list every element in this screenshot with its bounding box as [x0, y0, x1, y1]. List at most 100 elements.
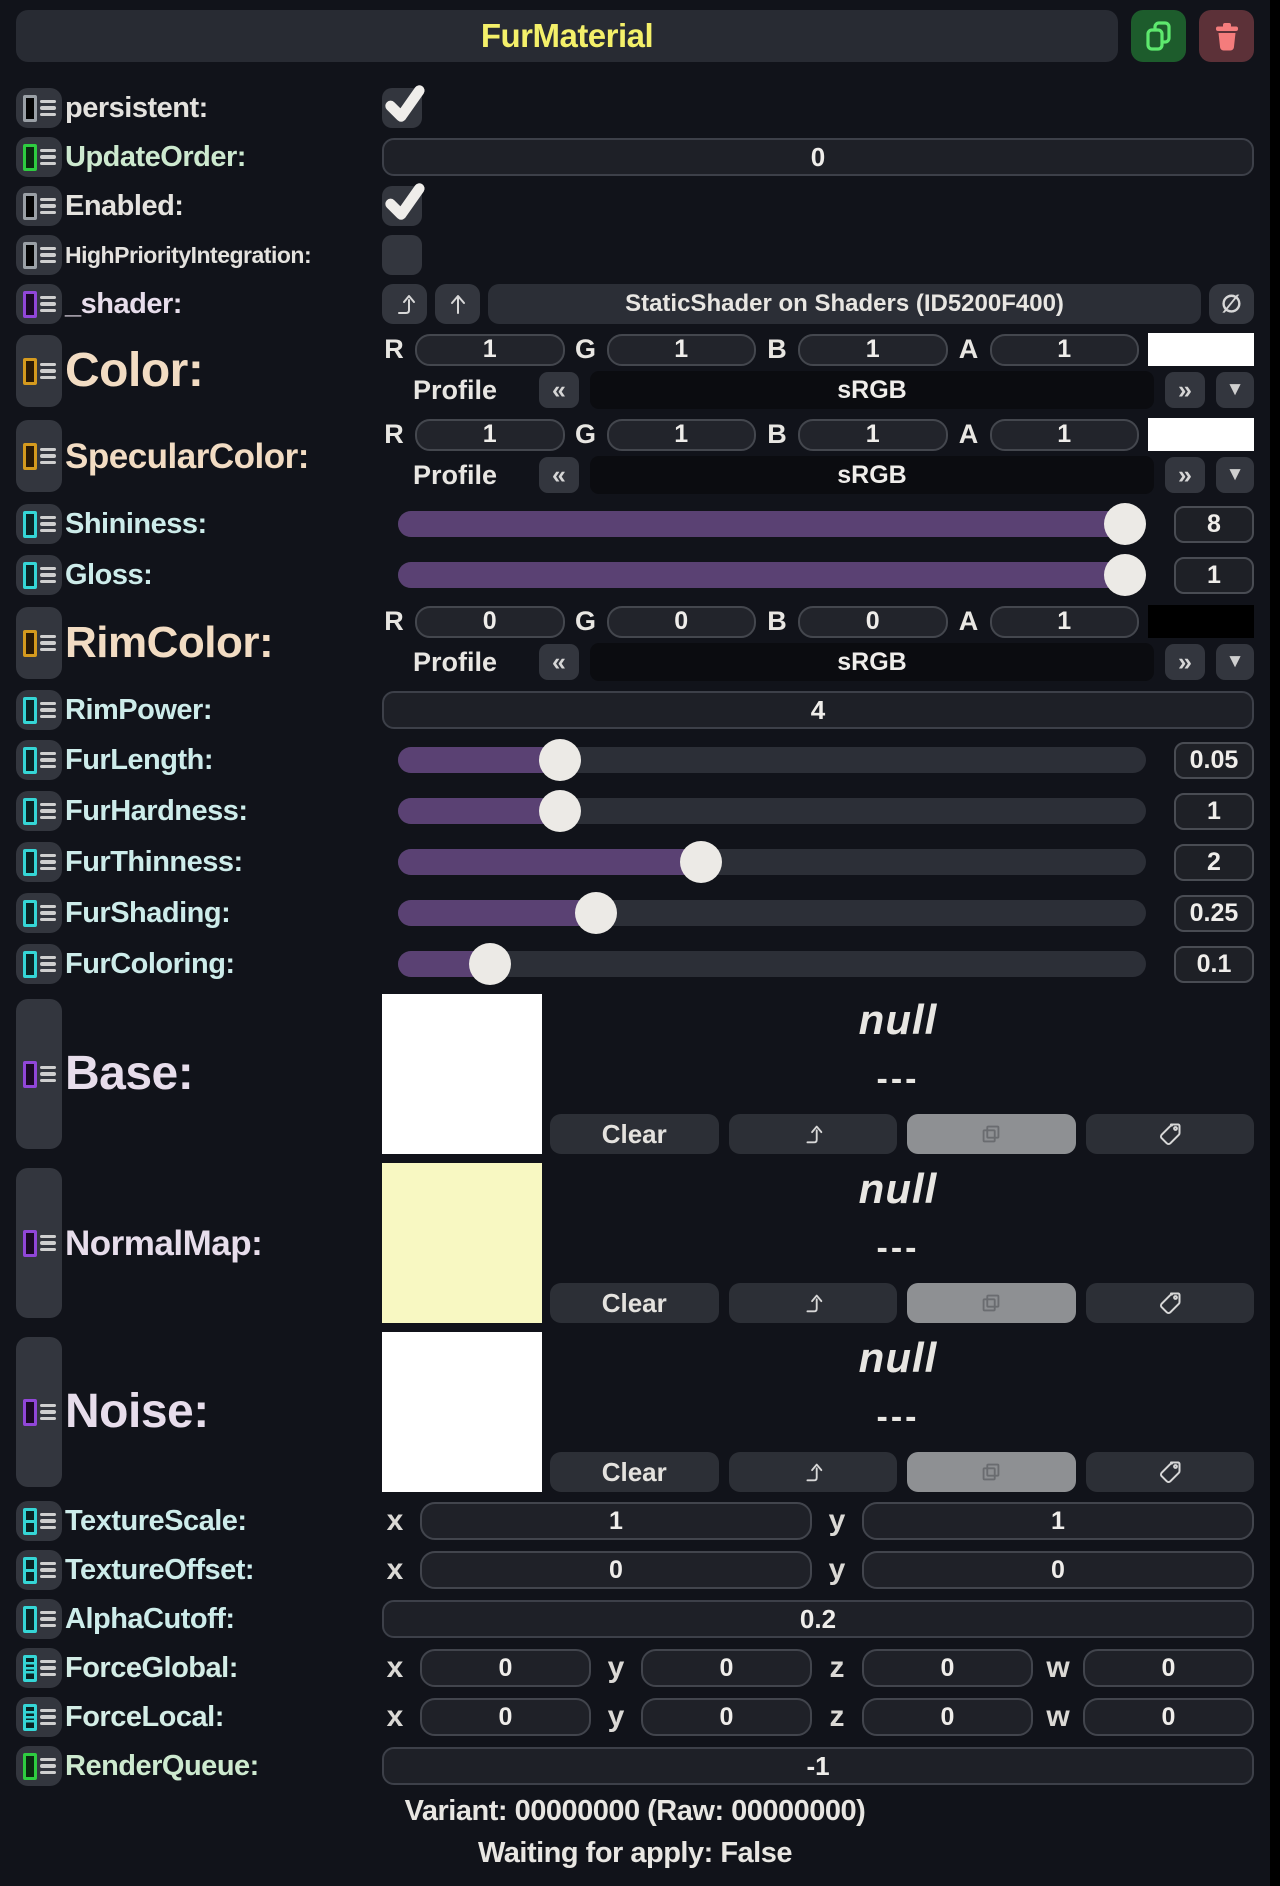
rim-power-input[interactable]: 4 [382, 691, 1254, 729]
slider-knob[interactable] [575, 892, 617, 934]
color-a-input[interactable]: 1 [990, 334, 1140, 366]
profile-dropdown-button[interactable]: ▼ [1216, 457, 1254, 493]
rim-profile-value[interactable]: sRGB [590, 643, 1154, 681]
force-global-w-input[interactable]: 0 [1083, 1649, 1254, 1687]
rim-b-input[interactable]: 0 [798, 606, 948, 638]
fur-hardness-value[interactable]: 1 [1174, 793, 1254, 830]
color-r-input[interactable]: 1 [415, 334, 565, 366]
slider-knob[interactable] [539, 790, 581, 832]
noise-tag-button[interactable] [1086, 1452, 1255, 1492]
row-handle[interactable] [16, 555, 62, 595]
row-handle[interactable] [16, 607, 62, 679]
shader-reference-field[interactable]: StaticShader on Shaders (ID5200F400) [488, 284, 1201, 324]
color-g-input[interactable]: 1 [607, 334, 757, 366]
rim-color-swatch[interactable] [1148, 605, 1254, 638]
row-handle[interactable] [16, 1697, 62, 1737]
force-local-w-input[interactable]: 0 [1083, 1698, 1254, 1736]
update-order-input[interactable]: 0 [382, 138, 1254, 176]
fur-length-slider[interactable] [398, 739, 1146, 781]
row-handle[interactable] [16, 420, 62, 492]
noise-clear-button[interactable]: Clear [550, 1452, 719, 1492]
profile-next-button[interactable]: » [1165, 372, 1205, 408]
base-copy-button[interactable] [907, 1114, 1076, 1154]
fur-thinness-value[interactable]: 2 [1174, 844, 1254, 881]
high-priority-integration-checkbox[interactable] [382, 235, 422, 275]
row-handle[interactable] [16, 504, 62, 544]
slider-knob[interactable] [1104, 554, 1146, 596]
slider-knob[interactable] [680, 841, 722, 883]
row-handle[interactable] [16, 1168, 62, 1318]
clear-reference-button[interactable]: ∅ [1209, 284, 1254, 324]
slider-knob[interactable] [469, 943, 511, 985]
force-local-z-input[interactable]: 0 [862, 1698, 1033, 1736]
row-handle[interactable] [16, 893, 62, 933]
alpha-cutoff-input[interactable]: 0.2 [382, 1600, 1254, 1638]
enabled-checkbox[interactable] [382, 186, 422, 226]
specular-r-input[interactable]: 1 [415, 419, 565, 451]
force-local-x-input[interactable]: 0 [420, 1698, 591, 1736]
noise-copy-button[interactable] [907, 1452, 1076, 1492]
row-handle[interactable] [16, 186, 62, 226]
row-handle[interactable] [16, 944, 62, 984]
shininess-value[interactable]: 8 [1174, 506, 1254, 543]
row-handle[interactable] [16, 1746, 62, 1786]
normal-map-preview[interactable] [382, 1163, 542, 1323]
row-handle[interactable] [16, 690, 62, 730]
fur-coloring-value[interactable]: 0.1 [1174, 946, 1254, 983]
normal-map-clear-button[interactable]: Clear [550, 1283, 719, 1323]
noise-jump-button[interactable] [729, 1452, 898, 1492]
row-handle[interactable] [16, 335, 62, 407]
row-handle[interactable] [16, 88, 62, 128]
rim-g-input[interactable]: 0 [607, 606, 757, 638]
row-handle[interactable] [16, 137, 62, 177]
force-global-x-input[interactable]: 0 [420, 1649, 591, 1687]
profile-next-button[interactable]: » [1165, 457, 1205, 493]
component-title-bar[interactable]: FurMaterial [16, 10, 1118, 62]
persistent-checkbox[interactable] [382, 88, 422, 128]
color-profile-value[interactable]: sRGB [590, 371, 1154, 409]
normal-map-tag-button[interactable] [1086, 1283, 1255, 1323]
rim-a-input[interactable]: 1 [990, 606, 1140, 638]
row-handle[interactable] [16, 1648, 62, 1688]
specular-b-input[interactable]: 1 [798, 419, 948, 451]
noise-texture-preview[interactable] [382, 1332, 542, 1492]
normal-map-copy-button[interactable] [907, 1283, 1076, 1323]
row-handle[interactable] [16, 235, 62, 275]
base-tag-button[interactable] [1086, 1114, 1255, 1154]
slider-knob[interactable] [539, 739, 581, 781]
texture-scale-y-input[interactable]: 1 [862, 1502, 1254, 1540]
profile-prev-button[interactable]: « [539, 644, 579, 680]
row-handle[interactable] [16, 1599, 62, 1639]
row-handle[interactable] [16, 1337, 62, 1487]
color-swatch[interactable] [1148, 333, 1254, 366]
fur-length-value[interactable]: 0.05 [1174, 742, 1254, 779]
force-global-y-input[interactable]: 0 [641, 1649, 812, 1687]
force-local-y-input[interactable]: 0 [641, 1698, 812, 1736]
base-clear-button[interactable]: Clear [550, 1114, 719, 1154]
texture-offset-y-input[interactable]: 0 [862, 1551, 1254, 1589]
jump-to-reference-button[interactable] [382, 284, 427, 324]
slider-knob[interactable] [1104, 503, 1146, 545]
rim-r-input[interactable]: 0 [415, 606, 565, 638]
row-handle[interactable] [16, 791, 62, 831]
specular-g-input[interactable]: 1 [607, 419, 757, 451]
profile-dropdown-button[interactable]: ▼ [1216, 644, 1254, 680]
delete-button[interactable] [1199, 10, 1254, 62]
row-handle[interactable] [16, 740, 62, 780]
row-handle[interactable] [16, 1501, 62, 1541]
texture-offset-x-input[interactable]: 0 [420, 1551, 812, 1589]
profile-prev-button[interactable]: « [539, 372, 579, 408]
force-global-z-input[interactable]: 0 [862, 1649, 1033, 1687]
profile-prev-button[interactable]: « [539, 457, 579, 493]
specular-profile-value[interactable]: sRGB [590, 456, 1154, 494]
row-handle[interactable] [16, 284, 62, 324]
row-handle[interactable] [16, 842, 62, 882]
fur-thinness-slider[interactable] [398, 841, 1146, 883]
row-handle[interactable] [16, 999, 62, 1149]
grab-reference-button[interactable] [435, 284, 480, 324]
texture-scale-x-input[interactable]: 1 [420, 1502, 812, 1540]
gloss-slider[interactable] [398, 554, 1146, 596]
fur-coloring-slider[interactable] [398, 943, 1146, 985]
base-texture-preview[interactable] [382, 994, 542, 1154]
fur-hardness-slider[interactable] [398, 790, 1146, 832]
